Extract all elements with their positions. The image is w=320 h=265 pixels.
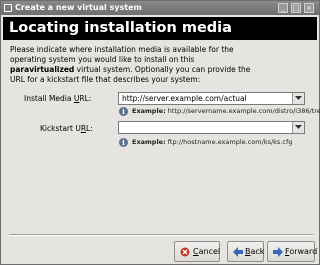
cancel-icon [180,247,190,257]
back-button[interactable]: Back [227,241,264,262]
description-text: Please indicate where installation media… [10,45,310,85]
description-line-4: URL for a kickstart file that describes … [10,75,201,84]
install-media-example-text: Example: http://servername.example.com/d… [132,107,320,115]
maximize-button[interactable]: □ [291,3,301,13]
install-media-url-input[interactable]: http://server.example.com/actual [122,94,247,104]
info-icon: i [119,138,128,147]
kickstart-url-dropdown-button[interactable] [292,122,304,133]
back-button-label: Back [245,247,265,256]
forward-arrow-icon [273,247,283,257]
kickstart-example-text: Example: ftp://hostname.example.com/ks/k… [132,138,293,146]
info-icon: i [119,107,128,116]
page-title: Locating installation media [9,20,232,36]
cancel-button[interactable]: Cancel [174,241,220,262]
window-menu-icon[interactable] [4,4,12,12]
install-media-url-combo[interactable]: http://server.example.com/actual [118,92,305,105]
paravirtualized-emphasis: paravirtualized [10,65,75,74]
back-arrow-icon [233,247,243,257]
minimize-button[interactable]: _ [278,3,288,13]
chevron-down-icon [295,96,302,100]
title-bar[interactable]: Create a new virtual system _ □ × [1,1,319,15]
kickstart-url-combo[interactable] [118,121,305,134]
description-line-1: Please indicate where installation media… [10,45,234,54]
install-media-url-label: Install Media URL: [24,94,92,103]
description-line-3: paravirtualized virtual system. Optional… [10,65,310,75]
install-media-url-dropdown-button[interactable] [292,93,304,104]
kickstart-url-label: Kickstart URL: [40,124,93,133]
close-button[interactable]: × [304,3,314,13]
chevron-down-icon [295,125,302,129]
page-header: Locating installation media [3,17,317,40]
button-separator [9,234,313,236]
forward-button[interactable]: Forward [267,241,318,262]
forward-button-label: Forward [285,247,318,256]
description-line-3-rest: virtual system. Optionally you can provi… [74,65,251,74]
dialog-window: Create a new virtual system _ □ × Locati… [0,0,320,265]
description-line-2: operating system you would like to insta… [10,55,195,64]
window-title: Create a new virtual system [15,3,142,12]
cancel-button-label: Cancel [193,247,221,256]
